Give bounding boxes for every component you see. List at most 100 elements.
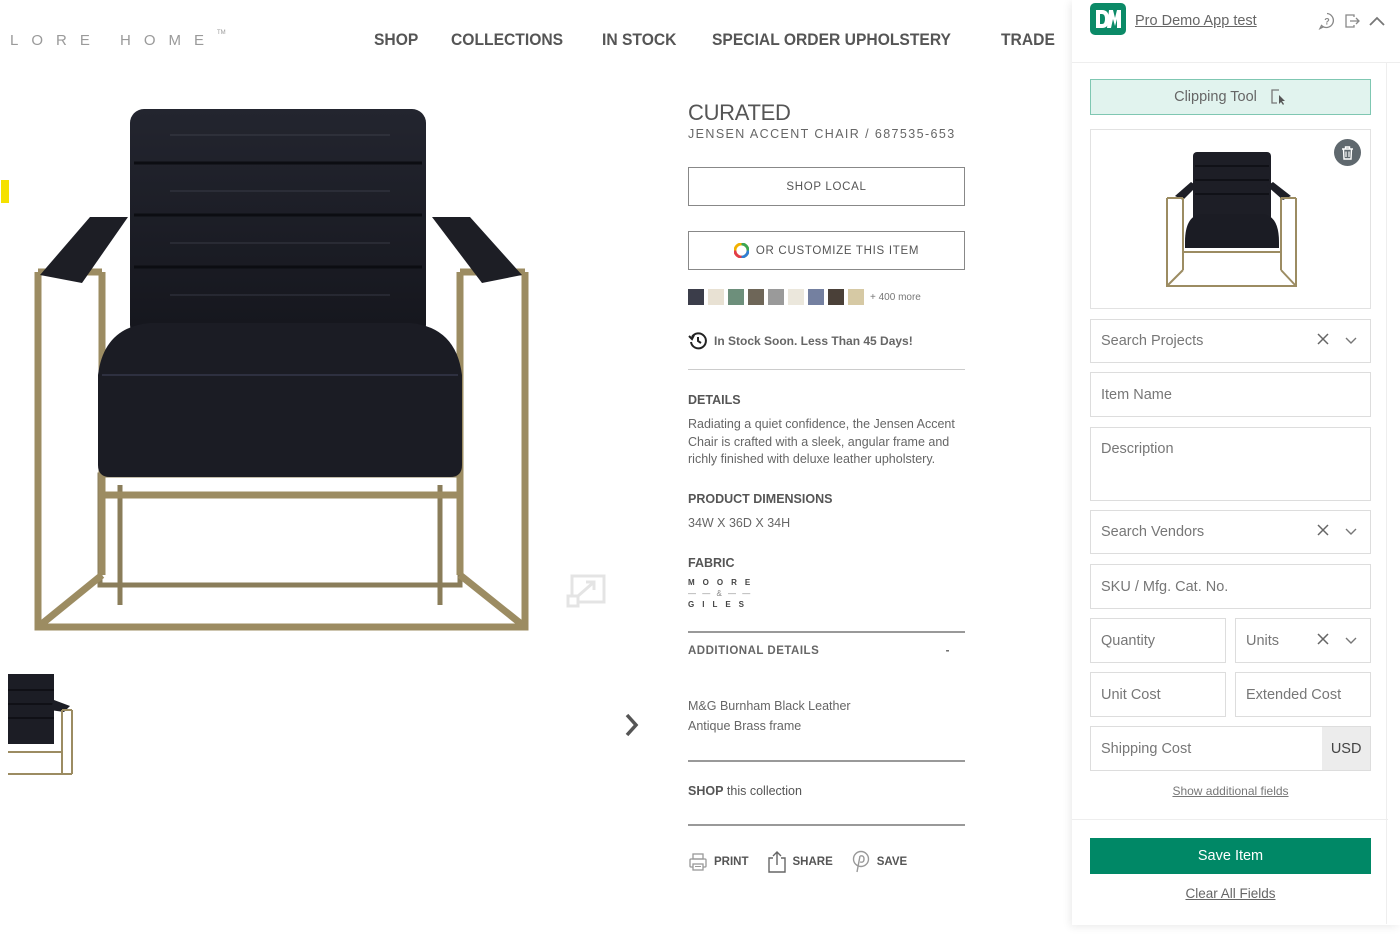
highlight-marker [1,180,9,203]
search-projects-input[interactable] [1101,333,1316,349]
nav-special-order-upholstery[interactable]: SPECIAL ORDER UPHOLSTERY [712,30,951,50]
divider [688,824,965,826]
color-swatch[interactable] [708,289,724,305]
clipped-image-preview [1090,129,1371,309]
item-name-input[interactable] [1101,386,1370,403]
expand-image-icon[interactable] [566,574,606,608]
main-nav: SHOP COLLECTIONS IN STOCK SPECIAL ORDER … [374,30,1088,50]
product-image[interactable] [30,105,530,633]
chevron-down-icon[interactable] [1344,633,1358,649]
panel-header-icons: ? [1318,12,1386,30]
search-vendors-select[interactable] [1090,510,1371,554]
shop-local-label: SHOP LOCAL [786,180,867,193]
panel-header-divider [1072,62,1400,63]
extended-cost-input[interactable] [1246,686,1370,703]
search-projects-select[interactable] [1090,319,1371,363]
color-swatch[interactable] [768,289,784,305]
product-actions: PRINT SHARE SAVE [688,850,925,874]
quantity-input[interactable] [1101,632,1225,649]
color-swatch[interactable] [808,289,824,305]
dm-logo-icon [1096,10,1121,28]
next-image-arrow-icon[interactable] [620,710,642,740]
printer-icon [689,853,707,871]
chevron-down-icon[interactable] [1344,333,1358,349]
clipping-tool-label: Clipping Tool [1174,89,1257,105]
logout-icon[interactable] [1344,13,1360,29]
trash-icon [1342,145,1353,160]
nav-in-stock[interactable]: IN STOCK [602,30,676,50]
help-icon[interactable]: ? [1318,12,1336,30]
shop-collection-link[interactable]: SHOP this collection [688,784,802,798]
site-logo[interactable]: LORE HOMETM [10,30,226,49]
chevron-down-icon[interactable] [1344,524,1358,540]
history-clock-icon [688,332,707,350]
dimensions-value: 34W X 36D X 34H [688,516,791,530]
description-field[interactable] [1090,427,1371,501]
clear-icon[interactable] [1316,523,1330,541]
panel-scroll-track[interactable] [1386,62,1387,924]
item-name-field[interactable] [1090,372,1371,417]
color-wheel-icon [733,243,749,258]
pinterest-save-button[interactable]: SAVE [851,850,907,874]
customize-label: OR CUSTOMIZE THIS ITEM [755,244,920,257]
cursor-select-icon [1271,89,1285,105]
clear-icon[interactable] [1316,332,1330,350]
color-swatch[interactable] [828,289,844,305]
moore-giles-logo: MOORE — — & — — GILES [688,578,759,609]
color-swatch[interactable] [788,289,804,305]
color-swatch[interactable] [748,289,764,305]
delete-image-button[interactable] [1334,139,1361,166]
units-select[interactable] [1235,618,1371,663]
divider [688,760,965,762]
unit-cost-input[interactable] [1101,686,1225,703]
extended-cost-field[interactable] [1235,672,1371,717]
clear-all-fields-link[interactable]: Clear All Fields [1090,886,1371,901]
divider [688,631,965,633]
description-textarea[interactable] [1101,441,1370,491]
nav-collections[interactable]: COLLECTIONS [451,30,563,50]
additional-details-heading: ADDITIONAL DETAILS [688,645,820,657]
pinterest-icon [852,850,869,873]
nav-shop[interactable]: SHOP [374,30,418,50]
additional-details-toggle[interactable]: ADDITIONAL DETAILS - [688,645,950,657]
color-swatch[interactable] [688,289,704,305]
preview-chair-image [1166,152,1297,287]
product-name-sku: JENSEN ACCENT CHAIR / 687535-653 [688,127,956,141]
show-additional-fields-link[interactable]: Show additional fields [1090,784,1371,798]
details-text: Radiating a quiet confidence, the Jensen… [688,417,955,466]
share-button[interactable]: SHARE [767,850,833,874]
svg-text:?: ? [1324,17,1330,27]
thumbnail-image[interactable] [6,670,76,780]
collapse-icon[interactable]: - [946,645,950,657]
nav-trade[interactable]: TRADE [1001,30,1055,50]
stock-status-text: In Stock Soon. Less Than 45 Days! [714,334,913,348]
details-heading: DETAILS [688,393,741,407]
share-icon [767,851,786,873]
currency-label: USD [1322,727,1370,770]
divider [688,369,965,370]
unit-cost-field[interactable] [1090,672,1226,717]
more-swatches-link[interactable]: + 400 more [870,292,921,303]
sku-input[interactable] [1101,578,1370,595]
units-input[interactable] [1246,632,1316,649]
print-button[interactable]: PRINT [688,852,749,872]
color-swatch[interactable] [848,289,864,305]
clipping-tool-button[interactable]: Clipping Tool [1090,79,1371,115]
sku-field[interactable] [1090,564,1371,609]
quantity-field[interactable] [1090,618,1226,663]
panel-footer-divider [1072,819,1388,820]
shipping-cost-input[interactable] [1101,740,1323,757]
shipping-cost-field[interactable]: USD [1090,726,1371,771]
shop-local-button[interactable]: SHOP LOCAL [688,167,965,206]
brand-title: CURATED [688,100,791,125]
customize-item-button[interactable]: OR CUSTOMIZE THIS ITEM [688,231,965,270]
search-vendors-input[interactable] [1101,524,1316,540]
collapse-panel-icon[interactable] [1368,14,1386,28]
save-item-button[interactable]: Save Item [1090,838,1371,874]
additional-details-text: M&G Burnham Black Leather Antique Brass … [688,699,851,733]
clear-icon[interactable] [1316,632,1330,650]
stock-status: In Stock Soon. Less Than 45 Days! [688,331,913,351]
dimensions-heading: PRODUCT DIMENSIONS [688,492,833,506]
color-swatch[interactable] [728,289,744,305]
app-name-link[interactable]: Pro Demo App test [1135,13,1257,29]
